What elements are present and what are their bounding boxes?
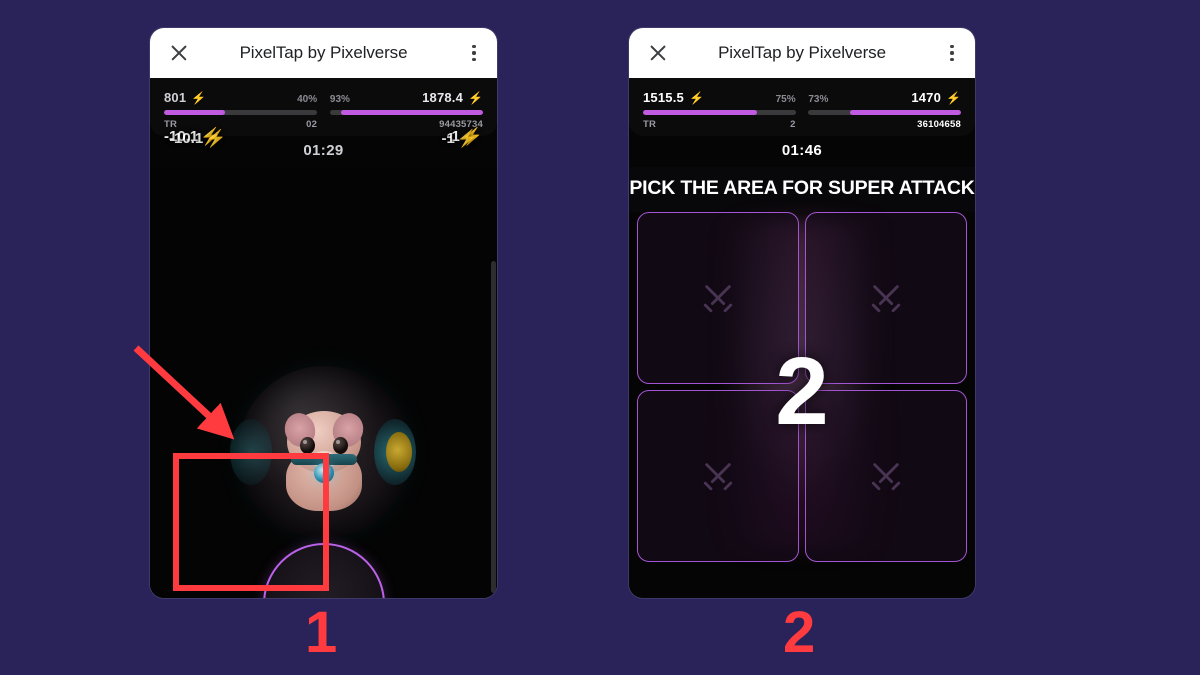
bolt-icon: ⚡ bbox=[191, 91, 207, 105]
crossed-swords-icon bbox=[703, 285, 733, 313]
attack-zone-bottom-right[interactable] bbox=[805, 390, 967, 562]
opponent-stats-2: 1470 ⚡ 73% 36104658 bbox=[808, 90, 961, 130]
kebab-menu-icon[interactable] bbox=[943, 44, 961, 62]
player-hp-bar-2 bbox=[643, 110, 796, 115]
crossed-swords-icon bbox=[703, 463, 733, 491]
player-score-1: 02 bbox=[306, 119, 318, 130]
super-attack-grid-wrapper: 2 bbox=[629, 212, 975, 572]
player-hp-percent-1: 40% bbox=[297, 94, 318, 105]
hud-panel-1: 801 ⚡ 40% TR 02 1878.4 ⚡ 93% 94435734 -1… bbox=[150, 78, 497, 147]
opponent-hp-percent-1: 93% bbox=[329, 94, 350, 105]
match-timer-2: 01:46 bbox=[781, 142, 823, 159]
player-hp-value-2: 1515.5 bbox=[643, 90, 684, 105]
bolt-icon: ⚡ bbox=[456, 129, 478, 148]
red-highlight-box bbox=[173, 453, 329, 591]
red-arrow-icon bbox=[133, 345, 235, 440]
browser-top-bar-2: PixelTap by Pixelverse bbox=[629, 28, 975, 78]
opponent-hp-percent-2: 73% bbox=[808, 94, 829, 105]
crossed-swords-icon bbox=[871, 285, 901, 313]
player-name-2: TR bbox=[643, 119, 657, 130]
close-icon[interactable] bbox=[647, 42, 669, 64]
kebab-menu-icon[interactable] bbox=[465, 44, 483, 62]
super-attack-banner: PICK THE AREA FOR SUPER ATTACK bbox=[629, 167, 975, 212]
hud-panel-2: 1515.5 ⚡ 75% TR 2 1470 ⚡ 73% 36104658 bbox=[629, 78, 975, 136]
step-label-1: 1 bbox=[305, 600, 338, 665]
player-hp-value-1: 801 bbox=[164, 90, 187, 105]
player-score-2: 2 bbox=[790, 119, 796, 130]
player-damage-popup-b: -10.1 ⚡ bbox=[169, 129, 227, 148]
opponent-hp-bar-2 bbox=[808, 110, 961, 115]
player-hp-bar-1 bbox=[164, 110, 318, 115]
bolt-icon: ⚡ bbox=[205, 129, 227, 148]
opponent-damage-popup-b: -1 ⚡ bbox=[441, 129, 478, 148]
opponent-score-2: 36104658 bbox=[917, 119, 961, 130]
opponent-hp-value-2: 1470 bbox=[911, 90, 942, 105]
player-hp-percent-2: 75% bbox=[775, 94, 796, 105]
bolt-icon: ⚡ bbox=[468, 91, 483, 105]
close-icon[interactable] bbox=[168, 42, 190, 64]
player-stats-1: 801 ⚡ 40% TR 02 bbox=[164, 90, 318, 130]
browser-title-2: PixelTap by Pixelverse bbox=[718, 43, 886, 62]
browser-title-1: PixelTap by Pixelverse bbox=[239, 43, 408, 62]
capsule-port-right-icon bbox=[373, 419, 416, 485]
crossed-swords-icon bbox=[871, 463, 901, 491]
browser-top-bar-1: PixelTap by Pixelverse bbox=[150, 28, 497, 78]
game-screen-2: 1515.5 ⚡ 75% TR 2 1470 ⚡ 73% 36104658 01… bbox=[629, 78, 975, 598]
player-stats-2: 1515.5 ⚡ 75% TR 2 bbox=[643, 90, 796, 130]
bolt-icon: ⚡ bbox=[688, 91, 704, 105]
bolt-icon: ⚡ bbox=[946, 91, 961, 105]
page-scrollbar[interactable] bbox=[491, 167, 496, 598]
opponent-stats-1: 1878.4 ⚡ 93% 94435734 bbox=[329, 90, 483, 130]
opponent-hp-value-1: 1878.4 bbox=[422, 90, 464, 105]
countdown-number: 2 bbox=[775, 338, 829, 445]
opponent-hp-bar-1 bbox=[329, 110, 483, 115]
step-label-2: 2 bbox=[783, 600, 816, 665]
phone-screenshot-2: PixelTap by Pixelverse 1515.5 ⚡ 75% TR 2… bbox=[629, 28, 975, 598]
attack-zone-top-right[interactable] bbox=[805, 212, 967, 384]
